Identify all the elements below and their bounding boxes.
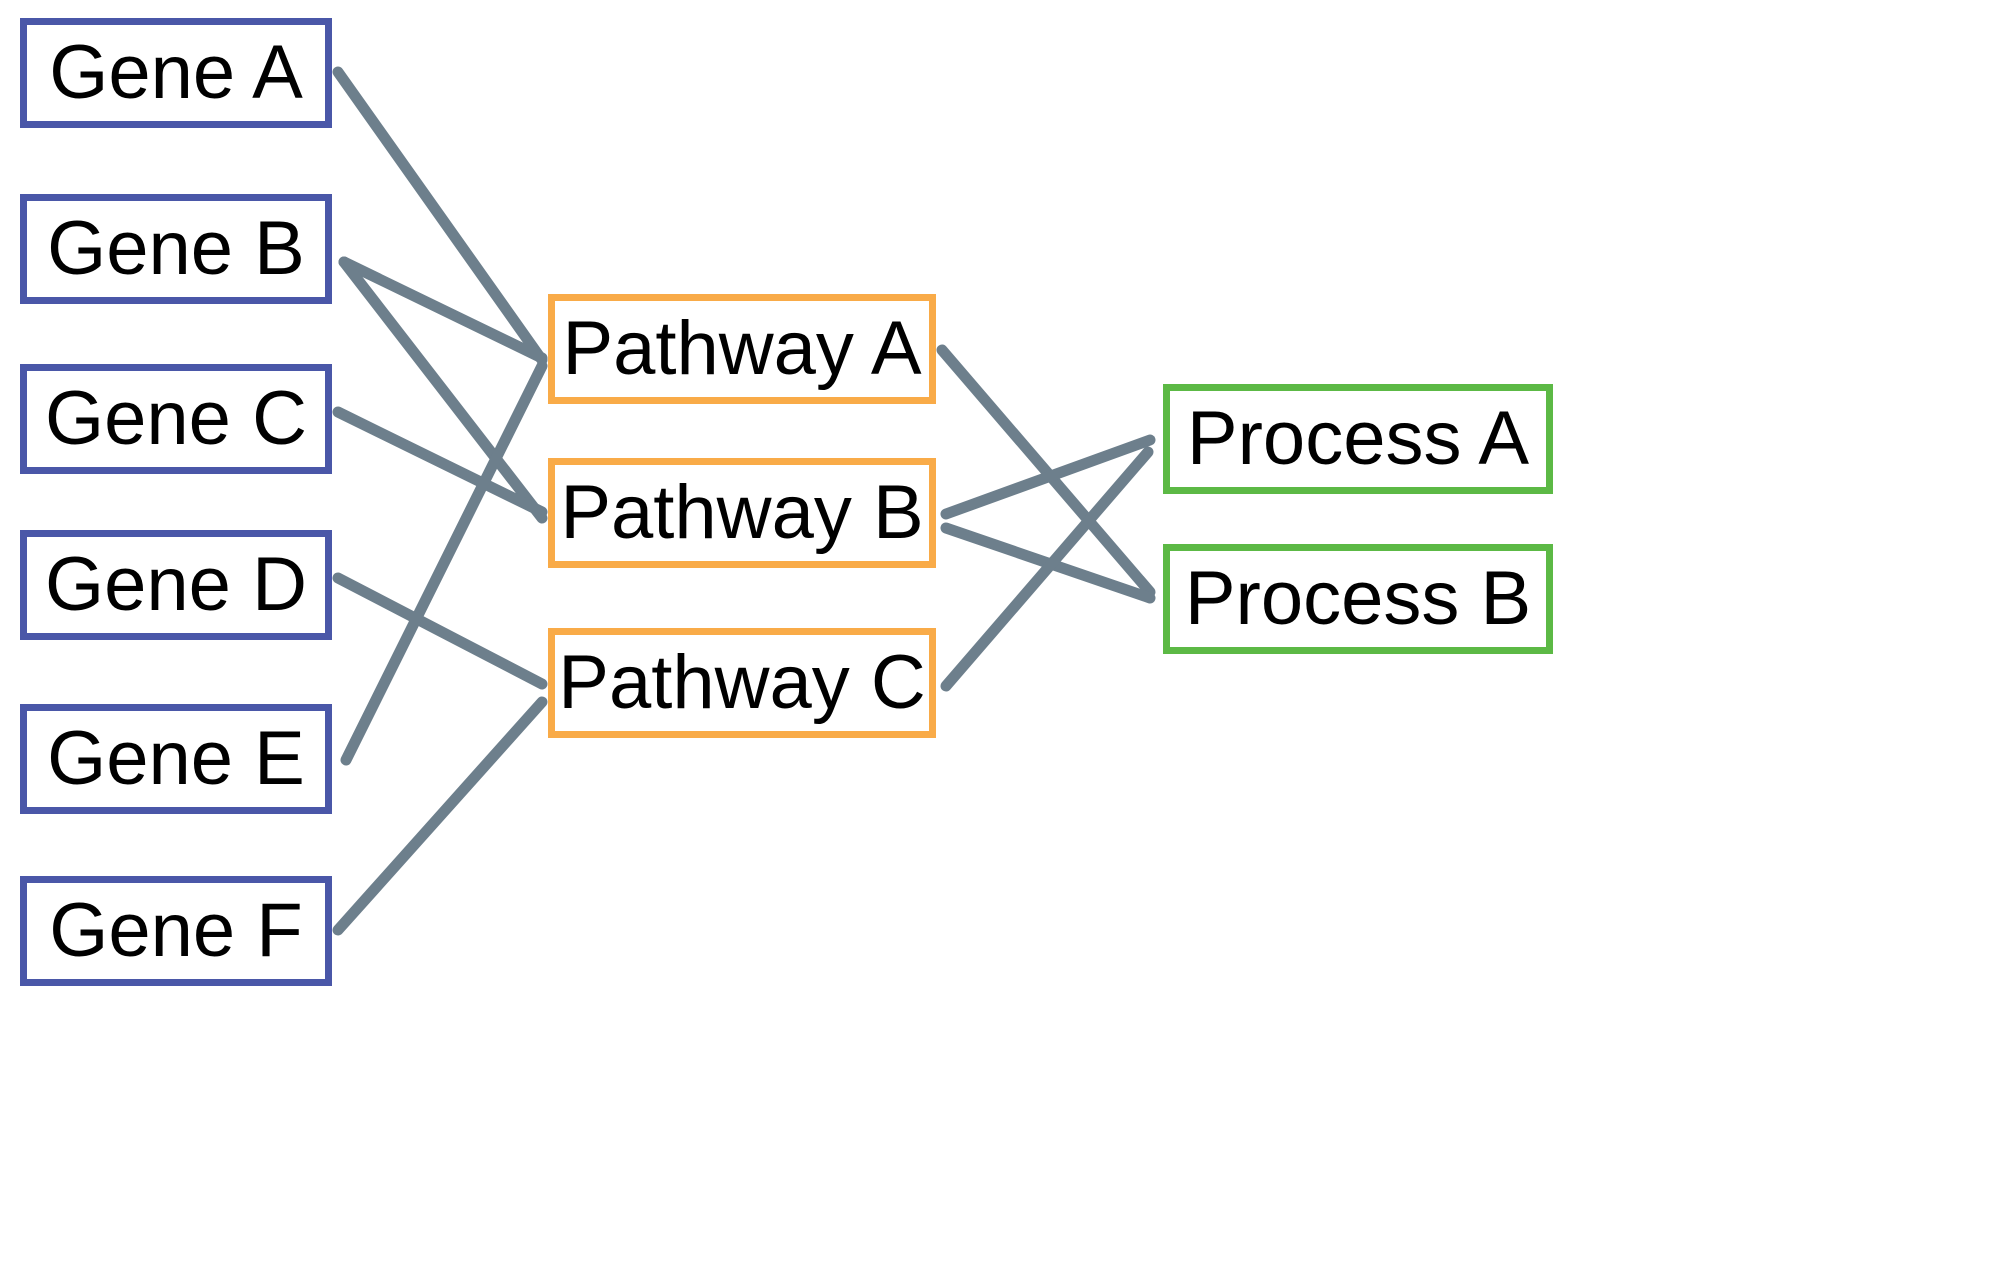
pathway-node-pathC[interactable]: Pathway C [548,628,936,738]
edge-layer [332,66,1156,936]
gene-node-geneC[interactable]: Gene C [20,364,332,474]
process-node-procB-label: Process B [1184,556,1532,641]
pathway-node-pathA-label: Pathway A [562,306,922,391]
pathway-node-pathA[interactable]: Pathway A [548,294,936,404]
edge-geneB-to-pathB [338,256,548,524]
edge-pathC-to-procA [940,446,1154,692]
pathway-node-pathB[interactable]: Pathway B [548,458,936,568]
gene-node-geneD-label: Gene D [45,542,307,627]
pathway-node-pathB-label: Pathway B [560,470,924,555]
process-node-procA-label: Process A [1186,396,1530,481]
gene-node-geneA[interactable]: Gene A [20,18,332,128]
edge-pathA-to-procB [936,344,1156,598]
gene-node-geneE[interactable]: Gene E [20,704,332,814]
gene-node-geneE-label: Gene E [47,716,305,801]
gene-node-geneF-label: Gene F [49,888,303,973]
edge-geneF-to-pathC [332,696,548,936]
edge-geneD-to-pathC [332,572,548,690]
gene-node-geneB-label: Gene B [47,206,305,291]
gene-node-geneC-label: Gene C [45,376,307,461]
gene-node-geneD[interactable]: Gene D [20,530,332,640]
gene-node-geneF[interactable]: Gene F [20,876,332,986]
process-node-procA[interactable]: Process A [1163,384,1553,494]
pathway-node-pathC-label: Pathway C [558,640,926,725]
process-node-procB[interactable]: Process B [1163,544,1553,654]
gene-node-geneA-label: Gene A [49,30,303,115]
gene-node-geneB[interactable]: Gene B [20,194,332,304]
edge-geneA-to-pathB [332,66,548,366]
diagram-canvas: Gene A Gene B Gene C Gene D Gene E Gene F Path… [0,0,2000,1281]
